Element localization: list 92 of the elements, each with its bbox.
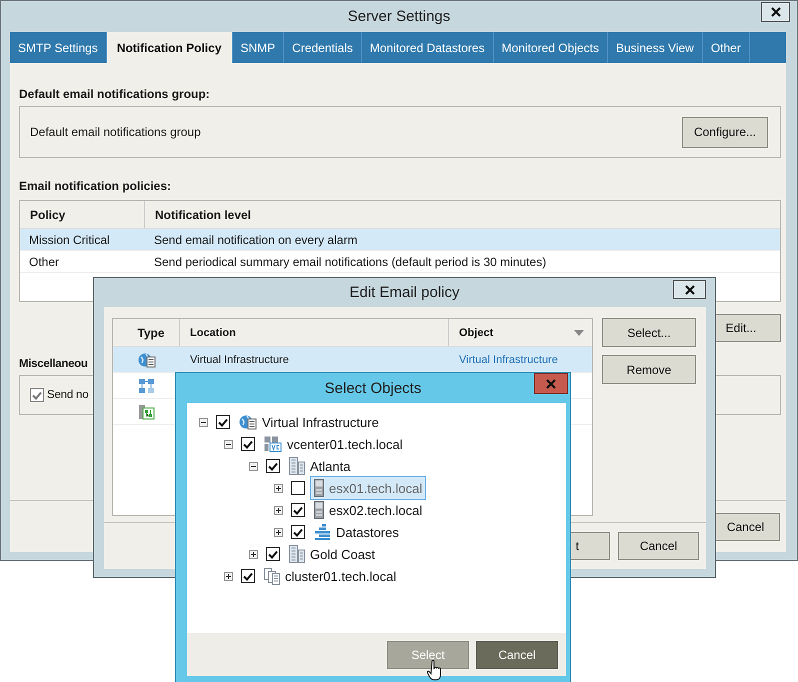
tree-item[interactable]: Datastores: [310, 521, 403, 543]
tree-item[interactable]: Gold Coast: [285, 542, 380, 566]
table-cell-text: Other: [28, 254, 60, 268]
building-icon: [289, 457, 305, 475]
configure-button[interactable]: Configure...: [682, 116, 768, 148]
group-label: Default email notifications group: [30, 125, 201, 139]
collapse-toggle[interactable]: [249, 462, 258, 470]
close-icon: [546, 378, 556, 388]
check-icon: [293, 528, 303, 536]
expand-toggle[interactable]: [249, 550, 258, 558]
window-title: Select Objects: [324, 380, 422, 396]
table-cell-text: Send periodical summary email notifications (default period is 30 minutes): [153, 254, 546, 268]
tree-item[interactable]: Atlanta: [285, 454, 354, 478]
tree-label: cluster01.tech.local: [285, 568, 396, 584]
plus-icon: [275, 506, 282, 514]
close-button[interactable]: [761, 2, 790, 22]
checkbox[interactable]: [241, 569, 255, 583]
tab[interactable]: Notification Policy: [106, 32, 232, 63]
close-button[interactable]: [673, 280, 706, 299]
checkbox[interactable]: [241, 437, 255, 451]
table-cell-text: Mission Critical: [28, 232, 111, 246]
check-icon: [268, 550, 278, 558]
cancel-button[interactable]: Cancel: [618, 532, 699, 560]
checkbox[interactable]: [291, 503, 305, 517]
section-heading: Default email notifications group:: [19, 87, 210, 101]
collapse-toggle[interactable]: [199, 418, 208, 426]
section-heading: Email notification policies:: [19, 179, 172, 193]
tree-label: Atlanta: [310, 458, 350, 474]
checkbox[interactable]: [216, 415, 230, 429]
dialog-button[interactable]: Cancel: [476, 640, 558, 668]
tree-item[interactable]: cluster01.tech.local: [260, 564, 400, 588]
server-icon: [314, 501, 324, 519]
expand-toggle[interactable]: [274, 506, 283, 514]
hand-cursor-icon: [427, 660, 443, 681]
window-title: Edit Email policy: [349, 284, 460, 301]
cluster-icon: [264, 568, 280, 584]
dialog-button[interactable]: Select...: [602, 318, 696, 347]
tree-label: esx01.tech.local: [329, 480, 422, 496]
table-row[interactable]: Virtual Infrastructure Virtual Infrastructure: [113, 347, 592, 373]
dialog-button[interactable]: Remove: [602, 355, 696, 384]
plus-icon: [275, 528, 282, 536]
check-icon: [293, 506, 303, 514]
column-header: Type: [113, 319, 180, 346]
building-icon: [289, 545, 305, 563]
table-row[interactable]: Mission Critical Send email notification on every alarm: [20, 229, 780, 251]
tree-item[interactable]: esx01.tech.local: [310, 476, 426, 500]
checkbox[interactable]: [291, 481, 305, 495]
checkbox[interactable]: [30, 388, 44, 402]
vcenter-icon: [264, 436, 282, 452]
sort-arrow-icon: [574, 330, 584, 336]
check-icon: [218, 418, 228, 426]
column-header: Object: [449, 319, 592, 346]
check-icon: [32, 390, 42, 400]
tree-item[interactable]: vcenter01.tech.local: [260, 433, 407, 455]
plus-icon: [225, 572, 232, 580]
check-icon: [268, 462, 278, 470]
server-icon: [314, 479, 324, 497]
object-link[interactable]: Virtual Infrastructure: [449, 354, 592, 366]
expand-toggle[interactable]: [274, 484, 283, 492]
plus-icon: [275, 484, 282, 492]
column-header: Notification level: [154, 206, 252, 224]
expand-toggle[interactable]: [274, 528, 283, 536]
checkbox[interactable]: [291, 525, 305, 539]
tree-label: vcenter01.tech.local: [287, 436, 403, 452]
plus-icon: [250, 550, 257, 558]
tree-label: Gold Coast: [310, 546, 376, 562]
tree-label: Virtual Infrastructure: [262, 414, 379, 430]
column-header: Policy: [20, 201, 145, 228]
globe-server-icon: [138, 352, 156, 368]
check-icon: [243, 572, 253, 580]
window-title: Server Settings: [348, 8, 450, 25]
checkbox[interactable]: [266, 547, 280, 561]
datastore-icon: [314, 524, 331, 540]
globe-server-icon: [239, 414, 257, 430]
close-icon: [684, 284, 694, 294]
tree-label: esx02.tech.local: [329, 502, 422, 518]
network-group-icon: [138, 378, 155, 394]
column-header: Location: [180, 319, 449, 346]
checkbox-label: Send no: [47, 389, 88, 401]
section-heading: Miscellaneou: [19, 358, 88, 370]
tree-item[interactable]: Virtual Infrastructure: [235, 411, 383, 433]
table-row[interactable]: Other Send periodical summary email notifications (default period is 30 minutes): [20, 251, 780, 273]
collapse-toggle[interactable]: [224, 440, 233, 448]
checkbox[interactable]: [266, 459, 280, 473]
close-icon: [770, 7, 780, 17]
table-cell-text: Send email notification on every alarm: [153, 232, 358, 246]
tree-item[interactable]: esx02.tech.local: [310, 498, 426, 522]
expand-toggle[interactable]: [224, 572, 233, 580]
host-group-icon: [138, 404, 155, 420]
tree-label: Datastores: [336, 524, 399, 540]
check-icon: [243, 440, 253, 448]
table-cell-text: Virtual Infrastructure: [189, 354, 290, 366]
